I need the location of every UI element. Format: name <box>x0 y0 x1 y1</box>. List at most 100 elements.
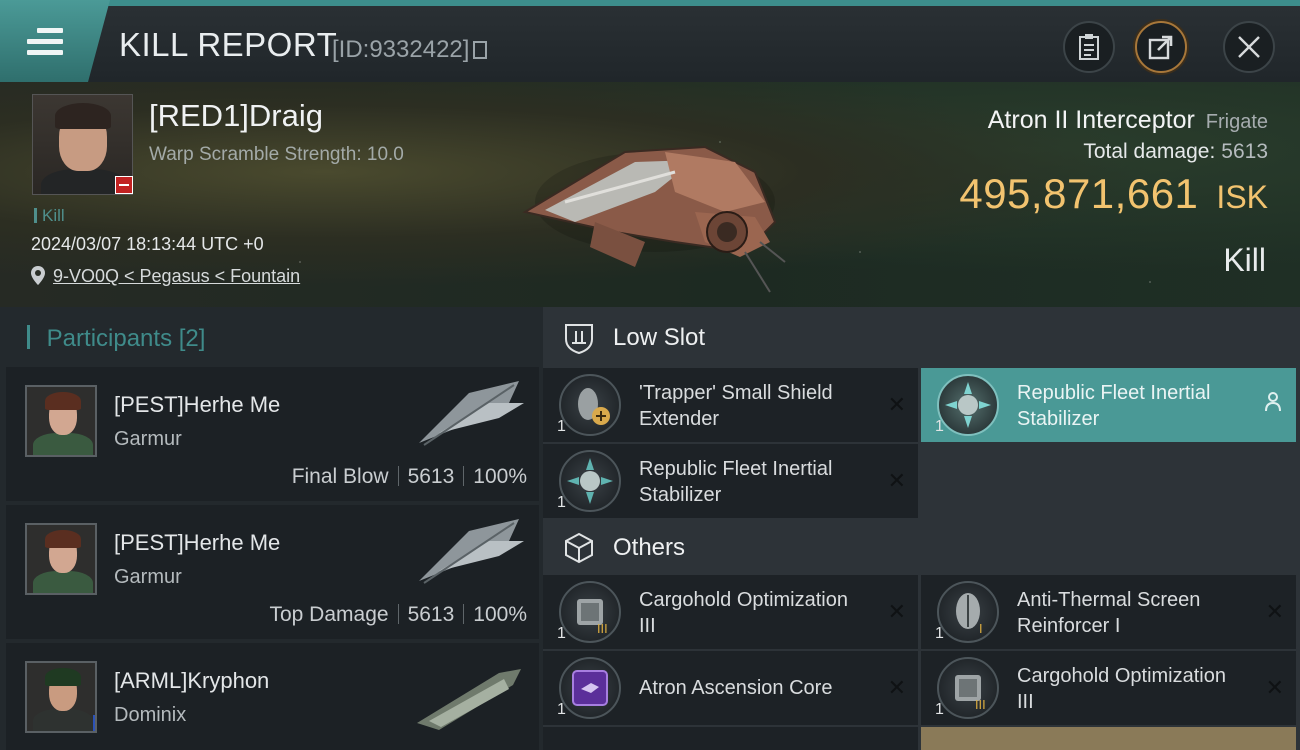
avatar[interactable] <box>25 385 97 457</box>
destroyed-icon: ✕ <box>887 392 906 417</box>
participant-name[interactable]: [ARML]Kryphon <box>114 668 269 694</box>
participant-name[interactable]: [PEST]Herhe Me <box>114 530 280 556</box>
others-label: Others <box>613 534 686 561</box>
fitting-item[interactable]: 1 Republic Fleet Inertial Stabilizer <box>921 368 1296 442</box>
destroyed-icon: ✕ <box>887 675 906 700</box>
kill-datetime: 2024/03/07 18:13:44 UTC +0 <box>31 234 264 254</box>
participant-row[interactable]: [PEST]Herhe Me Garmur Top Damage 5613 100% <box>6 505 539 639</box>
top-bar: KILL REPORT [ID:9332422] <box>0 0 1300 82</box>
shield-extender-icon <box>559 374 621 436</box>
item-quantity: 1 <box>935 625 944 642</box>
participants-count: [2] <box>178 325 206 352</box>
ship-name: Atron II Interceptor <box>987 106 1195 134</box>
destroyed-icon: ✕ <box>1265 675 1284 700</box>
clipboard-icon <box>1079 34 1099 60</box>
participant-tag: Top Damage <box>269 603 389 626</box>
isk-value: 495,871,661 ISK <box>959 170 1268 218</box>
fitting-item[interactable]: I 1 Anti-Thermal Screen Reinforcer I ✕ <box>921 575 1296 649</box>
low-slot-header: Low Slot <box>543 307 1300 369</box>
victim-name[interactable]: [RED1]Draig <box>149 98 323 134</box>
fitting-item[interactable]: 1 Atron Ascension Core ✕ <box>543 651 918 725</box>
page-title: KILL REPORT <box>119 26 338 63</box>
report-id[interactable]: [ID:9332422] <box>332 36 488 64</box>
participant-ship-image <box>417 669 521 730</box>
kill-location[interactable]: 9-VO0Q < Pegasus < Fountain <box>31 266 300 287</box>
item-quantity: 1 <box>557 625 566 642</box>
item-quantity: 1 <box>557 418 566 435</box>
kill-tag: Kill <box>34 206 65 226</box>
ship-class: Frigate <box>1205 111 1268 133</box>
item-name: Cargohold Optimization III <box>639 589 848 637</box>
participant-stats: Top Damage 5613 100% <box>269 603 527 627</box>
low-slot-label: Low Slot <box>613 324 706 351</box>
clipboard-button[interactable] <box>1063 21 1115 73</box>
fitting-item[interactable]: 1 Republic Fleet Inertial Stabilizer ✕ <box>543 444 918 518</box>
avatar[interactable] <box>25 523 97 595</box>
item-name: Atron Ascension Core <box>639 677 833 699</box>
participant-ship-image <box>419 381 524 446</box>
fittings-panel[interactable]: Low Slot 1 'Trapper' Small Shield Extend… <box>543 307 1300 750</box>
participants-header: Participants [2] <box>27 325 206 353</box>
participants-label: Participants <box>46 325 173 352</box>
participant-ship: Dominix <box>114 704 187 726</box>
fitting-item-partial[interactable] <box>921 727 1296 750</box>
item-name: Republic Fleet Inertial Stabilizer <box>639 458 833 506</box>
participant-ship: Garmur <box>114 428 182 450</box>
menu-button[interactable] <box>0 0 110 82</box>
destroyed-icon: ✕ <box>1265 599 1284 624</box>
item-quantity: 1 <box>557 701 566 718</box>
participant-ship-image <box>419 519 524 584</box>
item-quantity: 1 <box>935 701 944 718</box>
svg-text:III: III <box>975 698 986 712</box>
fitting-item[interactable]: III 1 Cargohold Optimization III ✕ <box>921 651 1296 725</box>
participant-row[interactable]: ★ [ARML]Kryphon Dominix <box>6 643 539 750</box>
item-name: 'Trapper' Small Shield Extender <box>639 382 833 430</box>
warp-scramble-strength: Warp Scramble Strength: 10.0 <box>149 144 404 165</box>
export-button[interactable] <box>1135 21 1187 73</box>
participant-row[interactable]: [PEST]Herhe Me Garmur Final Blow 5613 100% <box>6 367 539 501</box>
participant-name[interactable]: [PEST]Herhe Me <box>114 392 280 418</box>
ascension-core-icon <box>559 657 621 719</box>
inertial-stabilizer-icon <box>559 450 621 512</box>
location-link[interactable]: 9-VO0Q < Pegasus < Fountain <box>53 266 300 286</box>
isk-unit: ISK <box>1216 179 1268 215</box>
cargohold-optimization-icon: III <box>559 581 621 643</box>
item-name: Republic Fleet Inertial Stabilizer <box>1017 382 1211 430</box>
close-button[interactable] <box>1223 21 1275 73</box>
copy-icon[interactable] <box>473 41 488 59</box>
fitting-item[interactable]: III 1 Cargohold Optimization III ✕ <box>543 575 918 649</box>
participant-ship: Garmur <box>114 566 182 588</box>
menu-icon <box>27 28 63 55</box>
item-name: Cargohold Optimization III <box>1017 665 1226 713</box>
cargohold-optimization-icon: III <box>937 657 999 719</box>
location-pin-icon <box>31 266 45 285</box>
thermal-screen-reinforcer-icon: I <box>937 581 999 643</box>
cube-icon <box>565 532 593 564</box>
result-label: Kill <box>1223 242 1266 278</box>
participant-damage: 5613 <box>407 465 455 488</box>
report-id-text: [ID:9332422] <box>332 36 470 63</box>
participants-panel[interactable]: Participants [2] [PEST]Herhe Me Garmur F… <box>0 307 543 750</box>
item-name: Anti-Thermal Screen Reinforcer I <box>1017 589 1201 637</box>
kill-summary: [RED1]Draig Warp Scramble Strength: 10.0… <box>0 82 1300 307</box>
total-damage: Total damage: 5613 <box>1083 140 1268 164</box>
fitting-item-partial[interactable] <box>543 727 918 750</box>
destroyed-icon: ✕ <box>887 599 906 624</box>
participant-damage: 5613 <box>407 603 455 626</box>
participant-percent: 100% <box>473 603 527 626</box>
shield-slot-icon <box>565 324 593 355</box>
victim-ship[interactable]: Atron II Interceptor Frigate <box>988 106 1268 135</box>
svg-text:III: III <box>597 622 608 636</box>
isk-amount: 495,871,661 <box>959 170 1199 217</box>
total-damage-label: Total damage: <box>1083 140 1216 163</box>
svg-text:I: I <box>979 622 983 636</box>
close-icon <box>1238 36 1260 58</box>
total-damage-value: 5613 <box>1221 140 1268 163</box>
item-quantity: 1 <box>557 494 566 511</box>
star-badge-icon: ★ <box>93 715 95 731</box>
participant-percent: 100% <box>473 465 527 488</box>
fitting-item[interactable]: 1 'Trapper' Small Shield Extender ✕ <box>543 368 918 442</box>
avatar[interactable]: ★ <box>25 661 97 733</box>
participant-stats: Final Blow 5613 100% <box>292 465 527 489</box>
destroyed-icon: ✕ <box>887 468 906 493</box>
